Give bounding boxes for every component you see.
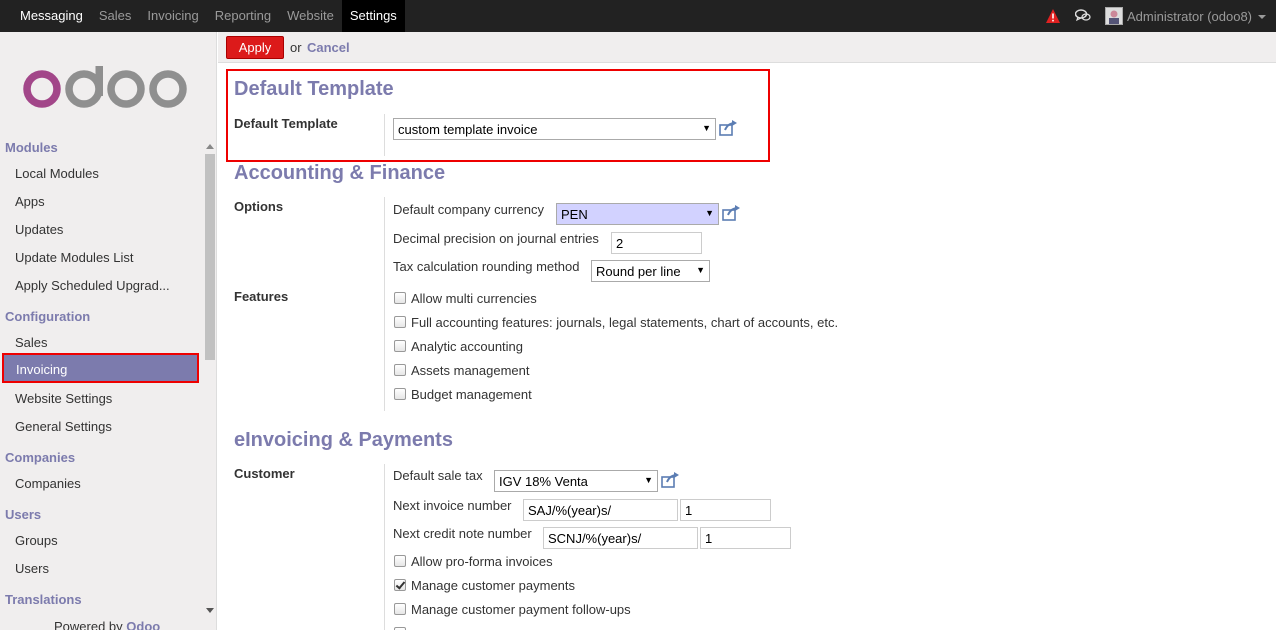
credit-prefix-input[interactable]: SCNJ/%(year)s/	[543, 527, 698, 549]
follow-ups-label: Manage customer payment follow-ups	[411, 602, 631, 617]
analytic-accounting-label: Analytic accounting	[411, 339, 524, 354]
rounding-value: Round per line	[596, 264, 681, 279]
user-avatar[interactable]	[1105, 7, 1123, 25]
sale-tax-select[interactable]: IGV 18% Venta ▼	[494, 470, 658, 492]
pro-forma-label: Allow pro-forma invoices	[411, 554, 553, 569]
default-template-select[interactable]: custom template invoice ▼	[393, 118, 716, 140]
sidebar-item-users[interactable]: Users	[15, 561, 195, 576]
sidebar-item-updates[interactable]: Updates	[15, 222, 195, 237]
features-label: Features	[234, 289, 289, 304]
rounding-select[interactable]: Round per line ▼	[591, 260, 710, 282]
chevron-down-icon: ▼	[702, 123, 711, 133]
menu-sales[interactable]: Sales	[91, 0, 140, 32]
customer-payments-checkbox[interactable]	[394, 579, 406, 591]
powered-by-brand[interactable]: Odoo	[126, 619, 160, 630]
chevron-down-icon: ▼	[644, 475, 653, 485]
credit-next-input[interactable]: 1	[700, 527, 791, 549]
sidebar-scrollbar[interactable]	[204, 142, 216, 630]
powered-by: Powered by Odoo	[54, 619, 160, 630]
currency-select[interactable]: PEN ▼	[556, 203, 719, 225]
assets-management-checkbox[interactable]	[394, 364, 406, 376]
divider	[384, 114, 385, 156]
section-modules: Modules	[5, 140, 58, 155]
options-label: Options	[234, 199, 284, 214]
menu-reporting[interactable]: Reporting	[207, 0, 279, 32]
scrollbar-thumb[interactable]	[205, 154, 215, 360]
cancel-link[interactable]: Cancel	[307, 40, 350, 55]
powered-by-text: Powered by	[54, 619, 123, 630]
sidebar-item-apps[interactable]: Apps	[15, 194, 195, 209]
pro-forma-checkbox[interactable]	[394, 555, 406, 567]
section-users: Users	[5, 507, 42, 522]
rounding-label: Tax calculation rounding method	[393, 259, 580, 274]
invoice-prefix-input[interactable]: SAJ/%(year)s/	[523, 499, 678, 521]
menu-settings[interactable]: Settings	[341, 0, 405, 32]
customer-payments-label: Manage customer payments	[411, 578, 576, 593]
default-template-value: custom template invoice	[398, 122, 538, 137]
apply-button[interactable]: Apply	[226, 36, 284, 59]
customer-label: Customer	[234, 466, 295, 481]
full-accounting-checkbox[interactable]	[394, 316, 406, 328]
section-translations: Translations	[5, 592, 82, 607]
top-navbar: Messaging Sales Invoicing Reporting Webs…	[0, 0, 1276, 32]
external-link-icon[interactable]	[722, 205, 740, 221]
menu-invoicing[interactable]: Invoicing	[139, 0, 206, 32]
section-companies: Companies	[5, 450, 76, 465]
sidebar-item-apply-scheduled-upgrades[interactable]: Apply Scheduled Upgrad...	[15, 278, 195, 293]
sidebar-item-update-modules-list[interactable]: Update Modules List	[15, 250, 195, 265]
divider	[384, 464, 385, 630]
scroll-up-icon[interactable]	[206, 144, 214, 149]
user-area: Administrator (odoo8)	[1045, 0, 1266, 32]
sidebar-item-website-settings[interactable]: Website Settings	[15, 391, 195, 406]
external-link-icon[interactable]	[661, 472, 679, 488]
action-bar: Apply or Cancel	[218, 32, 1276, 63]
sale-tax-label: Default sale tax	[393, 468, 483, 483]
settings-form: Apply or Cancel Default Template Default…	[218, 32, 1276, 630]
default-template-heading: Default Template	[234, 78, 394, 100]
einvoicing-heading: eInvoicing & Payments	[234, 429, 453, 451]
sale-tax-value: IGV 18% Venta	[499, 474, 588, 489]
chat-icon[interactable]	[1075, 9, 1091, 23]
scroll-down-icon[interactable]	[206, 608, 214, 613]
sidebar-item-local-modules[interactable]: Local Modules	[15, 166, 195, 181]
sidebar-item-sales[interactable]: Sales	[15, 335, 195, 350]
or-text: or	[290, 40, 302, 55]
odoo-logo	[23, 66, 187, 108]
accounting-heading: Accounting & Finance	[234, 162, 446, 184]
sidebar: Modules Local Modules Apps Updates Updat…	[0, 32, 217, 630]
menu-website[interactable]: Website	[279, 0, 342, 32]
external-link-icon[interactable]	[719, 120, 737, 136]
analytic-accounting-checkbox[interactable]	[394, 340, 406, 352]
currency-label: Default company currency	[393, 202, 545, 217]
chevron-down-icon: ▼	[705, 208, 714, 218]
multi-currency-label: Allow multi currencies	[411, 291, 537, 306]
sidebar-item-general-settings[interactable]: General Settings	[15, 419, 195, 434]
avatar-icon	[1109, 10, 1119, 24]
sidebar-item-groups[interactable]: Groups	[15, 533, 195, 548]
currency-value: PEN	[561, 207, 588, 222]
sidebar-item-invoicing[interactable]: Invoicing	[2, 353, 199, 383]
chevron-down-icon: ▼	[696, 265, 705, 275]
user-name[interactable]: Administrator (odoo8)	[1127, 9, 1252, 24]
default-template-label: Default Template	[234, 116, 338, 131]
top-menu: Messaging Sales Invoicing Reporting Webs…	[12, 0, 405, 32]
invoice-number-label: Next invoice number	[393, 498, 512, 513]
credit-note-label: Next credit note number	[393, 526, 532, 541]
chevron-down-icon[interactable]	[1258, 15, 1266, 19]
divider	[384, 197, 385, 411]
assets-management-label: Assets management	[411, 363, 530, 378]
budget-management-checkbox[interactable]	[394, 388, 406, 400]
budget-management-label: Budget management	[411, 387, 532, 402]
invoice-next-input[interactable]: 1	[680, 499, 771, 521]
follow-ups-checkbox[interactable]	[394, 603, 406, 615]
precision-input[interactable]: 2	[611, 232, 702, 254]
multi-currency-checkbox[interactable]	[394, 292, 406, 304]
warning-icon[interactable]	[1045, 8, 1061, 24]
sidebar-item-companies[interactable]: Companies	[15, 476, 195, 491]
full-accounting-label: Full accounting features: journals, lega…	[411, 315, 839, 330]
section-configuration: Configuration	[5, 309, 91, 324]
menu-messaging[interactable]: Messaging	[12, 0, 91, 32]
precision-label: Decimal precision on journal entries	[393, 231, 599, 246]
